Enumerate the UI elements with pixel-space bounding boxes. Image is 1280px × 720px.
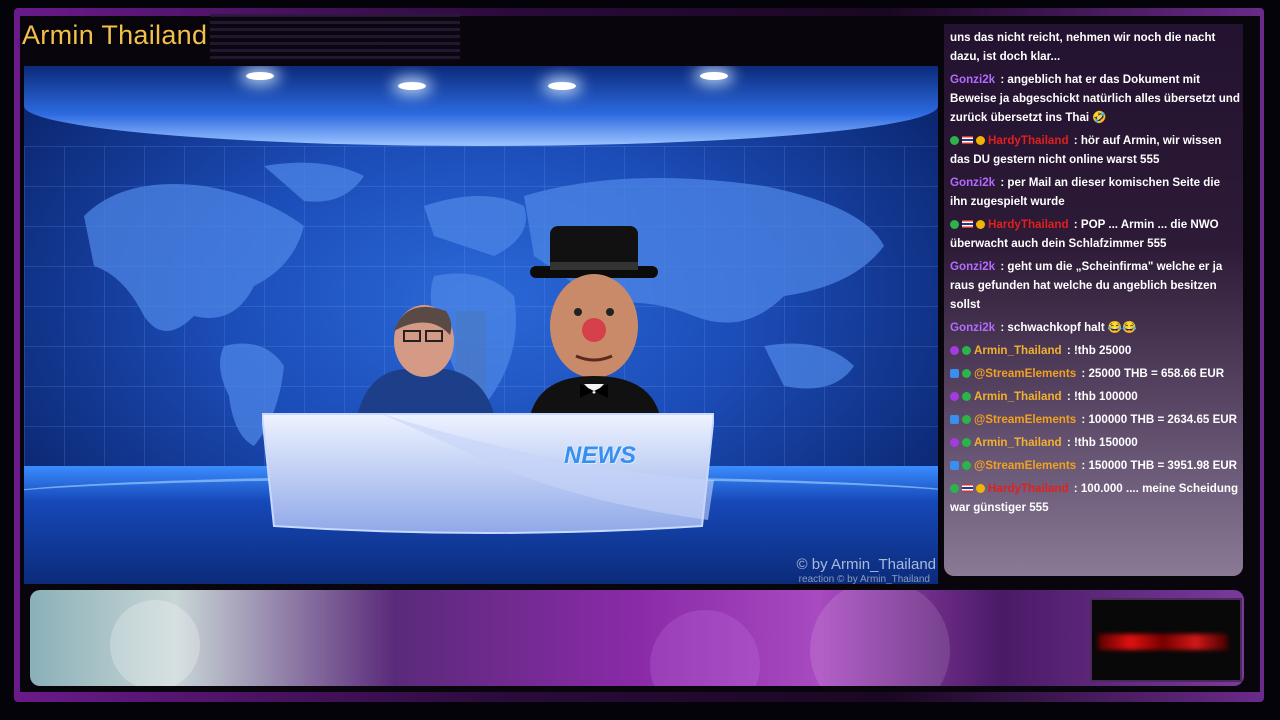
chat-username[interactable]: Armin_Thailand <box>974 390 1062 403</box>
decor-bubble <box>650 610 760 686</box>
chat-message: uns das nicht reicht, nehmen wir noch di… <box>950 28 1240 66</box>
chat-username[interactable]: @StreamElements <box>974 413 1076 426</box>
ceiling-light <box>700 72 728 80</box>
ceiling-light <box>246 72 274 80</box>
chat-message-text: uns das nicht reicht, nehmen wir noch di… <box>950 31 1216 63</box>
chat-message: Armin_Thailand : !thb 150000 <box>950 433 1240 452</box>
chat-message: Gonzi2k : per Mail an dieser komischen S… <box>950 173 1240 211</box>
top-hat-mascot <box>530 226 660 416</box>
chat-username[interactable]: Gonzi2k <box>950 73 995 86</box>
verified-badge-icon <box>950 136 959 145</box>
chat-username[interactable]: HardyThailand <box>988 482 1069 495</box>
mic-badge-icon <box>950 392 959 401</box>
header-stripes <box>210 14 460 62</box>
chat-message-text: : 100000 THB = 2634.65 EUR <box>1081 413 1238 426</box>
chat-username[interactable]: @StreamElements <box>974 459 1076 472</box>
verified-badge-icon <box>962 392 971 401</box>
news-studio-scene: NEWS © by Armin_Thailand reaction © by A… <box>24 66 938 584</box>
verified-badge-icon <box>950 220 959 229</box>
thai-flag-icon <box>962 484 973 492</box>
streamer-webcam-person <box>356 305 496 421</box>
bot-badge-icon <box>950 415 959 424</box>
decor-bubble <box>110 600 200 686</box>
mic-badge-icon <box>950 438 959 447</box>
chat-panel[interactable]: uns das nicht reicht, nehmen wir noch di… <box>944 24 1243 576</box>
chat-username[interactable]: @StreamElements <box>974 367 1076 380</box>
studio-ceiling <box>24 66 938 146</box>
chat-message-text: : 25000 THB = 658.66 EUR <box>1081 367 1225 380</box>
chat-message: @StreamElements : 25000 THB = 658.66 EUR <box>950 364 1240 383</box>
chat-message: HardyThailand : hör auf Armin, wir wisse… <box>950 131 1240 169</box>
chat-message: Gonzi2k : schwachkopf halt 😂😂 <box>950 318 1240 337</box>
decor-bubble <box>810 590 950 686</box>
verified-badge-icon <box>962 369 971 378</box>
chat-message: Gonzi2k : geht um die „Scheinfirma" welc… <box>950 257 1240 314</box>
thai-flag-icon <box>962 136 973 144</box>
mic-badge-icon <box>950 346 959 355</box>
chat-message-list: uns das nicht reicht, nehmen wir noch di… <box>950 28 1240 521</box>
chat-username[interactable]: HardyThailand <box>988 134 1069 147</box>
news-desk-label: NEWS <box>564 442 636 469</box>
bottom-banner <box>30 590 1244 686</box>
chat-username[interactable]: Armin_Thailand <box>974 344 1062 357</box>
verified-badge-icon <box>962 415 971 424</box>
channel-title: Armin Thailand <box>22 20 208 50</box>
chat-username[interactable]: Gonzi2k <box>950 321 995 334</box>
chat-message: HardyThailand : POP ... Armin ... die NW… <box>950 215 1240 253</box>
bot-badge-icon <box>950 461 959 470</box>
chat-message-text: : !thb 25000 <box>1066 344 1132 357</box>
secondary-webcam <box>1090 598 1242 682</box>
reaction-credit: reaction © by Armin_Thailand <box>798 574 930 584</box>
bot-badge-icon <box>950 369 959 378</box>
chat-message-text: : 150000 THB = 3951.98 EUR <box>1081 459 1238 472</box>
chat-message: Armin_Thailand : !thb 25000 <box>950 341 1240 360</box>
chat-message-text: : schwachkopf halt 😂😂 <box>1000 321 1137 334</box>
chat-username[interactable]: Gonzi2k <box>950 260 995 273</box>
chat-username[interactable]: Armin_Thailand <box>974 436 1062 449</box>
verified-badge-icon <box>962 438 971 447</box>
verified-badge-icon <box>962 461 971 470</box>
chat-message: @StreamElements : 100000 THB = 2634.65 E… <box>950 410 1240 429</box>
coin-badge-icon <box>976 136 985 145</box>
thai-flag-icon <box>962 220 973 228</box>
news-desk <box>262 413 714 534</box>
verified-badge-icon <box>962 346 971 355</box>
chat-message-text: : !thb 100000 <box>1066 390 1138 403</box>
chat-username[interactable]: HardyThailand <box>988 218 1069 231</box>
ceiling-light <box>398 82 426 90</box>
verified-badge-icon <box>950 484 959 493</box>
chat-message: HardyThailand : 100.000 .... meine Schei… <box>950 479 1240 517</box>
chat-message: @StreamElements : 150000 THB = 3951.98 E… <box>950 456 1240 475</box>
chat-message-text: : !thb 150000 <box>1066 436 1138 449</box>
copyright-text: © by Armin_Thailand <box>796 556 936 573</box>
ceiling-light <box>548 82 576 90</box>
coin-badge-icon <box>976 220 985 229</box>
chat-message: Gonzi2k : angeblich hat er das Dokument … <box>950 70 1240 127</box>
chat-username[interactable]: Gonzi2k <box>950 176 995 189</box>
coin-badge-icon <box>976 484 985 493</box>
chat-message: Armin_Thailand : !thb 100000 <box>950 387 1240 406</box>
